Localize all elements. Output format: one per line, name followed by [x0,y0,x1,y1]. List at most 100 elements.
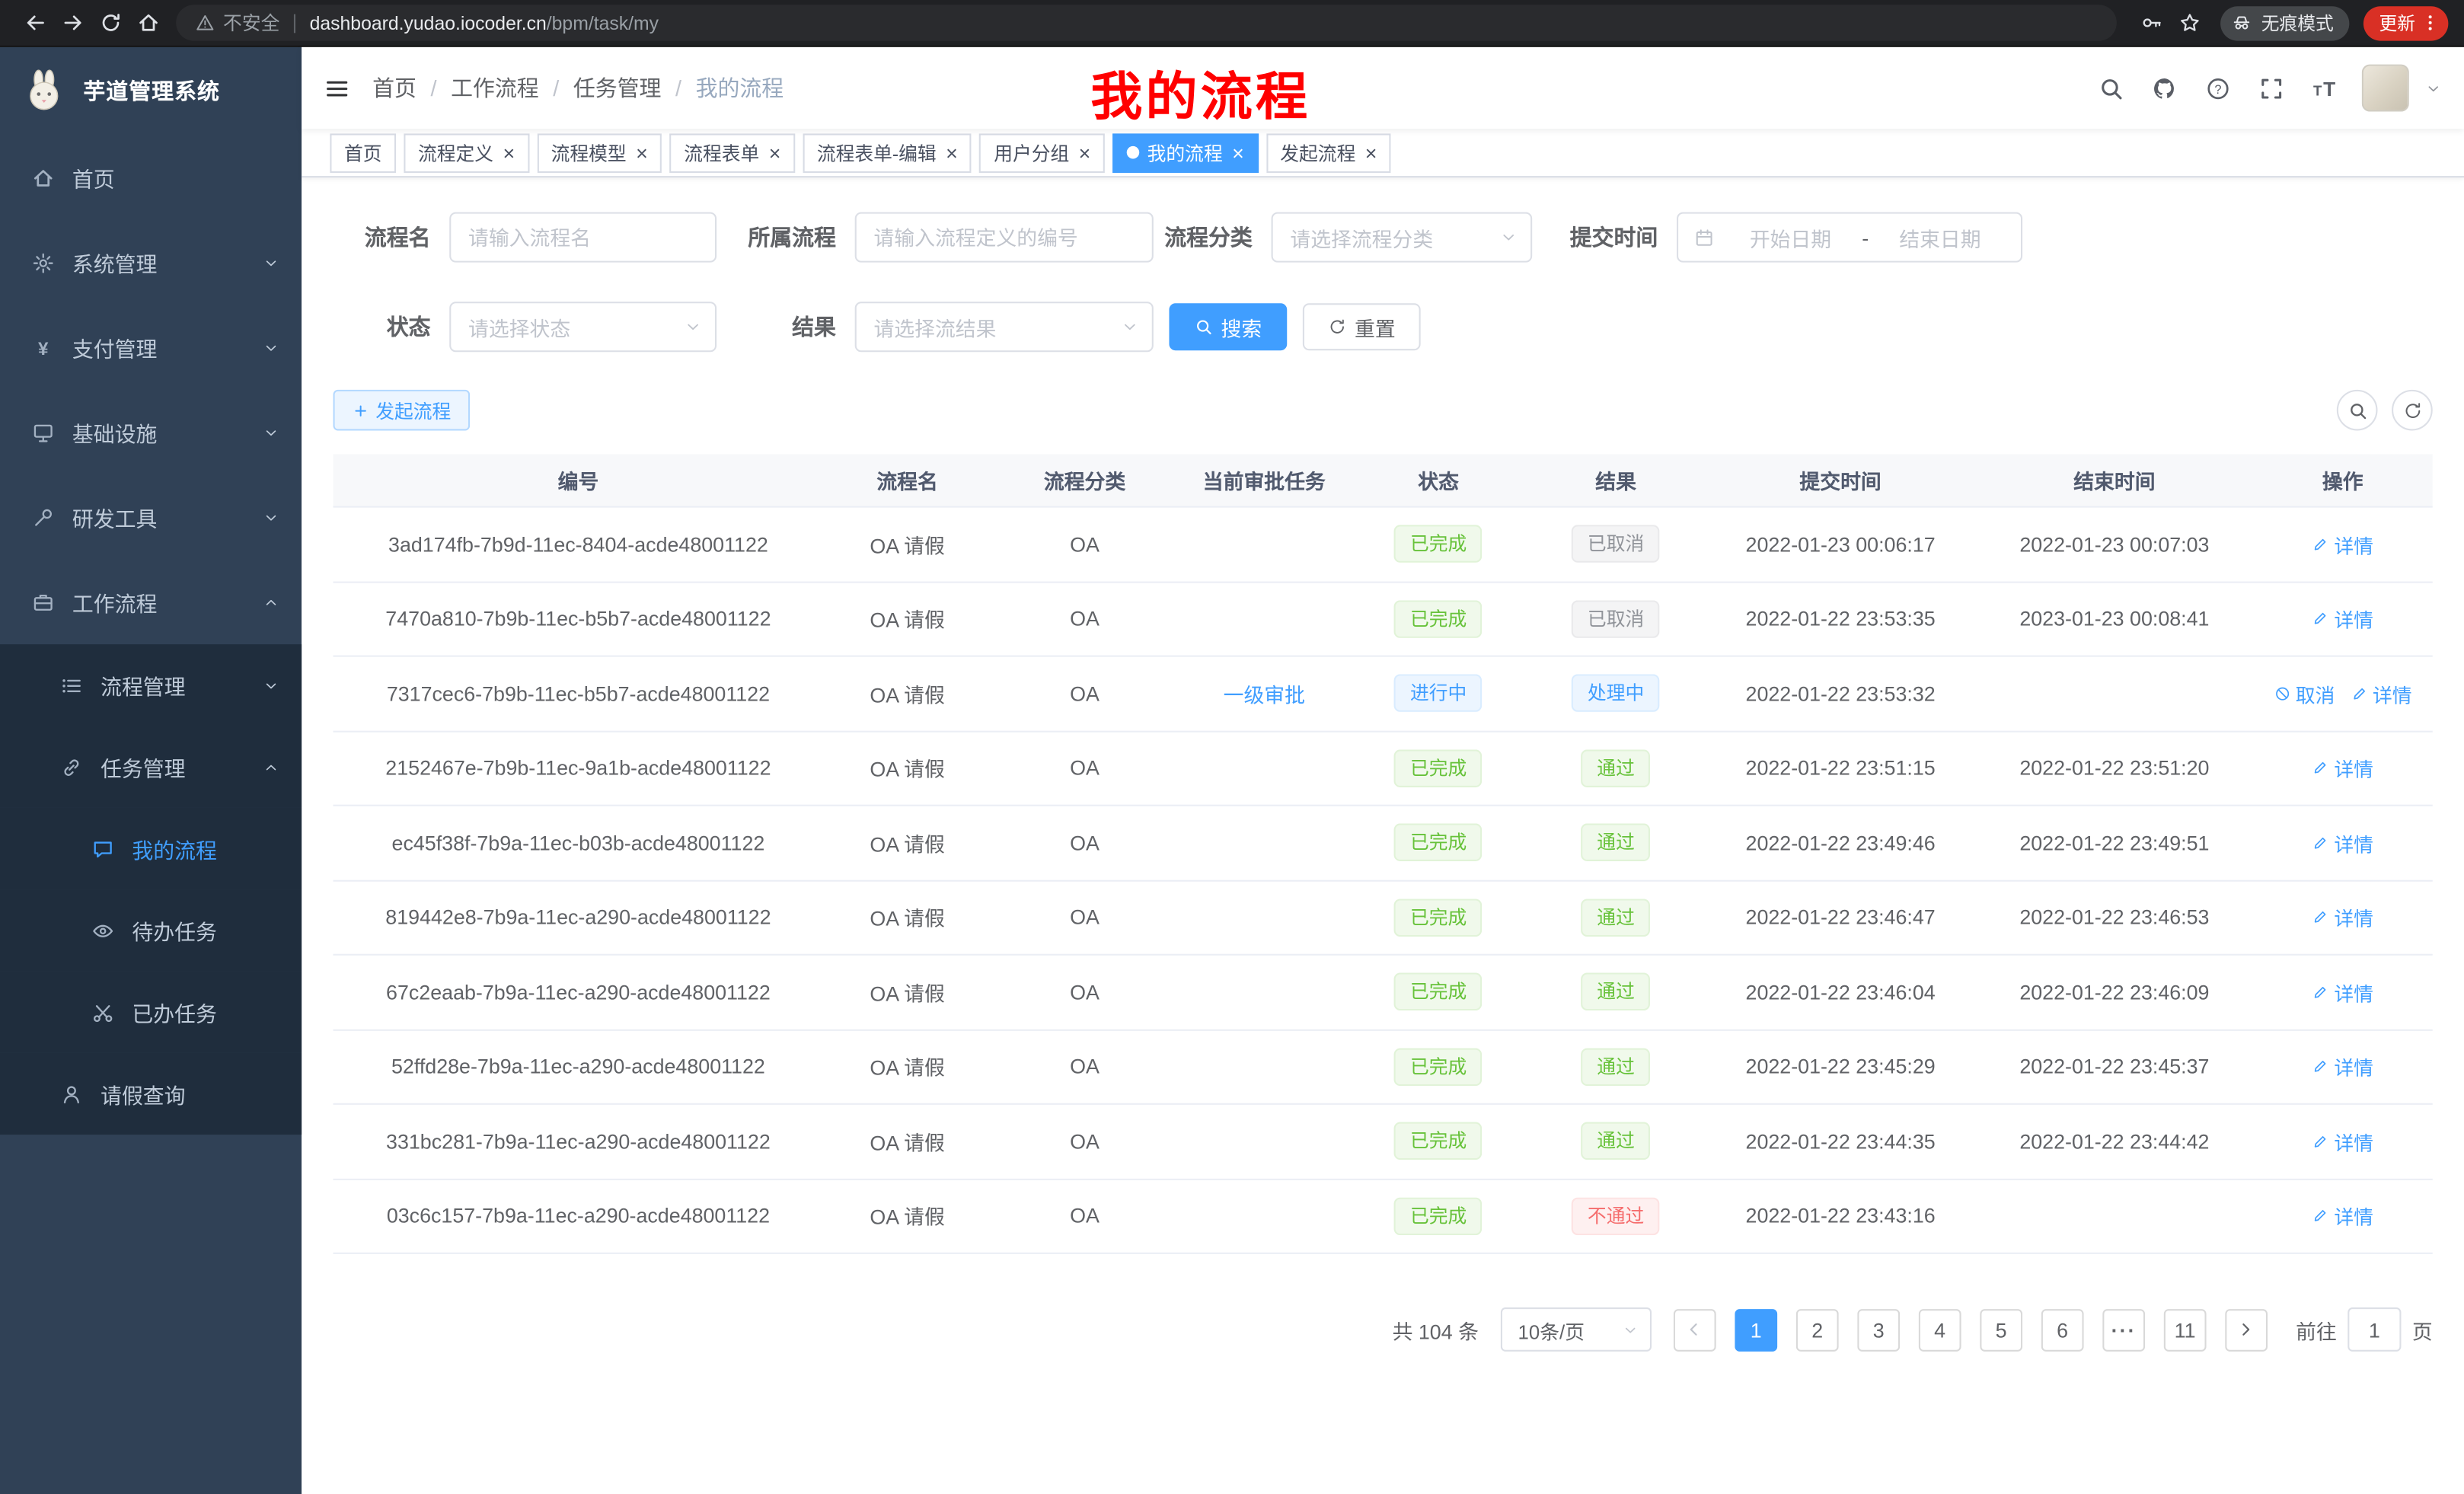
detail-link[interactable]: 详情 [2312,1126,2373,1156]
detail-link[interactable]: 详情 [2351,678,2412,708]
pagination: 共 104 条 10条/页 123456···11 前往 页 [334,1307,2433,1352]
sidebar-toggle-button[interactable] [302,47,372,129]
incognito-icon [2232,13,2252,34]
tab-首页[interactable]: 首页 [330,132,396,172]
cell-result: 通过 [1527,973,1705,1011]
page-button-4[interactable]: 4 [1919,1308,1961,1351]
pagination-ellipsis[interactable]: ··· [2102,1308,2145,1351]
page-button-11[interactable]: 11 [2164,1308,2207,1351]
search-button[interactable]: 搜索 [1169,303,1287,350]
detail-link[interactable]: 详情 [2312,1052,2373,1081]
password-key-button[interactable] [2133,4,2171,42]
detail-link[interactable]: 详情 [2312,828,2373,857]
breadcrumb-item[interactable]: 任务管理 [573,72,662,104]
detail-link[interactable]: 详情 [2312,529,2373,559]
sidebar-item-process-management[interactable]: 流程管理 [0,644,302,726]
process-name-input[interactable] [449,212,717,263]
sidebar-item-payment-management[interactable]: ¥支付管理 [0,305,302,389]
tab-我的流程[interactable]: 我的流程× [1112,132,1258,172]
sidebar-item-dev-tools[interactable]: 研发工具 [0,474,302,559]
sidebar-item-workflow[interactable]: 工作流程 [0,560,302,644]
bookmark-star-button[interactable] [2170,4,2208,42]
cancel-link[interactable]: 取消 [2274,678,2335,708]
tab-流程表单-编辑[interactable]: 流程表单-编辑× [803,132,972,172]
breadcrumb-item[interactable]: 工作流程 [451,72,539,104]
page-button-3[interactable]: 3 [1857,1308,1900,1351]
close-icon[interactable]: × [1232,142,1244,163]
tab-流程表单[interactable]: 流程表单× [670,132,795,172]
home-icon [136,11,160,34]
app-logo-link[interactable]: 芋道管理系统 [0,47,302,136]
sidebar-item-task-management[interactable]: 任务管理 [0,726,302,807]
page-button-6[interactable]: 6 [2041,1308,2084,1351]
annotation-text: 我的流程 [1090,55,1310,130]
breadcrumb-item[interactable]: 首页 [372,72,417,104]
result-select[interactable]: 请选择流结果 [855,302,1154,352]
prev-page-button[interactable] [1674,1308,1716,1351]
sidebar-item-my-process[interactable]: 我的流程 [0,808,302,889]
jump-page-input[interactable] [2348,1307,2401,1352]
detail-link[interactable]: 详情 [2312,1201,2373,1231]
browser-forward-button[interactable] [53,4,91,42]
browser-back-button[interactable] [16,4,54,42]
github-button[interactable] [2145,69,2183,107]
reset-button[interactable]: 重置 [1303,303,1421,350]
page-button-5[interactable]: 5 [1980,1308,2022,1351]
page-size-select[interactable]: 10条/页 [1501,1307,1652,1352]
font-size-button[interactable]: TT [2306,69,2344,107]
sidebar-item-leave-query[interactable]: 请假查询 [0,1053,302,1135]
status-select[interactable]: 请选择状态 [449,302,717,352]
address-bar[interactable]: 不安全 dashboard.yudao.iocoder.cn/bpm/task/… [176,5,2117,40]
close-icon[interactable]: × [1365,142,1377,163]
close-icon[interactable]: × [769,142,781,163]
header-search-button[interactable] [2092,69,2130,107]
create-process-button[interactable]: 发起流程 [334,390,471,431]
browser-home-button[interactable] [129,4,167,42]
detail-link[interactable]: 详情 [2312,753,2373,783]
hamburger-icon [324,75,350,101]
sidebar-item-todo-tasks[interactable]: 待办任务 [0,889,302,971]
close-icon[interactable]: × [503,142,515,163]
search-icon [1194,318,1213,337]
next-page-button[interactable] [2225,1308,2268,1351]
detail-link[interactable]: 详情 [2312,977,2373,1007]
sidebar-item-home[interactable]: 首页 [0,135,302,219]
cell-id: 7317cec6-7b9b-11ec-b5b7-acde48001122 [334,682,824,705]
tab-发起流程[interactable]: 发起流程× [1266,132,1391,172]
column-header: 结束时间 [1976,465,2253,495]
close-icon[interactable]: × [946,142,958,163]
detail-link[interactable]: 详情 [2312,604,2373,634]
avatar-caret-icon[interactable] [2424,79,2442,97]
help-button[interactable]: ? [2198,69,2236,107]
browser-reload-button[interactable] [91,4,129,42]
chevron-down-icon [263,676,280,694]
sidebar-item-done-tasks[interactable]: 已办任务 [0,971,302,1052]
sidebar-item-infrastructure[interactable]: 基础设施 [0,390,302,474]
avatar[interactable] [2362,65,2409,112]
toggle-search-button[interactable] [2337,390,2378,431]
tab-流程模型[interactable]: 流程模型× [537,132,662,172]
tab-流程定义[interactable]: 流程定义× [404,132,528,172]
page-jumper: 前往 页 [2296,1307,2433,1352]
process-key-input[interactable] [855,212,1154,263]
incognito-badge[interactable]: 无痕模式 [2220,5,2349,40]
close-icon[interactable]: × [636,142,648,163]
fullscreen-button[interactable] [2252,69,2290,107]
detail-link[interactable]: 详情 [2312,902,2373,932]
sidebar-item-system-management[interactable]: 系统管理 [0,220,302,305]
table-row: 3ad174fb-7b9d-11ec-8404-acde48001122OA 请… [334,508,2433,583]
cell-status: 已完成 [1350,1048,1527,1086]
close-icon[interactable]: × [1079,142,1091,163]
tab-label: 首页 [344,139,382,166]
chevron-down-icon [263,339,280,356]
submit-time-range-picker[interactable]: 开始日期 - 结束日期 [1677,212,2022,263]
current-task-link[interactable]: 一级审批 [1224,678,1305,708]
browser-update-button[interactable]: 更新 [2363,5,2448,40]
page-button-1[interactable]: 1 [1735,1308,1777,1351]
cell-end-time: 2023-01-23 00:08:41 [1976,607,2253,630]
refresh-table-button[interactable] [2392,390,2433,431]
tab-用户分组[interactable]: 用户分组× [980,132,1105,172]
category-select[interactable]: 请选择流程分类 [1272,212,1533,263]
chevron-down-icon [263,423,280,441]
page-button-2[interactable]: 2 [1796,1308,1839,1351]
